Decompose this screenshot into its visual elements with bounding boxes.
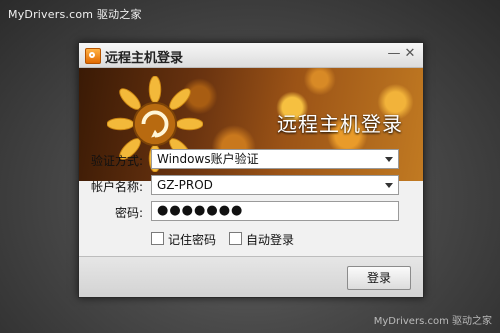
account-row: 帐户名称: GZ-PROD <box>79 175 423 197</box>
watermark-bottom: MyDrivers.com 驱动之家 <box>373 316 492 327</box>
watermark-top: MyDrivers.com 驱动之家 <box>8 8 142 21</box>
login-dialog: 远程主机登录 — ✕ 远程主机登录 验证方式: Windows账户验证 帐户名称… <box>78 42 424 298</box>
dialog-footer: 登录 <box>79 256 423 297</box>
auto-login-label[interactable]: 自动登录 <box>246 231 294 248</box>
account-value: GZ-PROD <box>157 178 213 192</box>
password-field[interactable]: ●●●●●●● <box>151 201 399 221</box>
auth-method-select[interactable]: Windows账户验证 <box>151 149 399 169</box>
minimize-button[interactable]: — <box>387 46 401 62</box>
remember-password-label[interactable]: 记住密码 <box>168 231 216 248</box>
password-label: 密码: <box>114 206 143 220</box>
account-combobox[interactable]: GZ-PROD <box>151 175 399 195</box>
minimize-icon: — <box>387 46 401 61</box>
auto-login-checkbox[interactable] <box>229 232 242 245</box>
login-button[interactable]: 登录 <box>347 266 411 290</box>
chevron-down-icon[interactable] <box>385 183 393 188</box>
banner-title: 远程主机登录 <box>277 112 403 136</box>
remember-password-checkbox[interactable] <box>151 232 164 245</box>
close-icon: ✕ <box>404 46 416 61</box>
auth-method-value: Windows账户验证 <box>157 152 259 166</box>
auth-method-label: 验证方式: <box>90 154 143 168</box>
account-label: 帐户名称: <box>90 180 143 194</box>
app-logo-icon <box>85 48 101 64</box>
window-title: 远程主机登录 <box>105 51 184 66</box>
chevron-down-icon[interactable] <box>385 157 393 162</box>
password-row: 密码: ●●●●●●● <box>79 201 423 223</box>
close-button[interactable]: ✕ <box>403 46 417 62</box>
password-value: ●●●●●●● <box>157 203 244 218</box>
auth-method-row: 验证方式: Windows账户验证 <box>79 149 423 171</box>
title-bar[interactable]: 远程主机登录 — ✕ <box>79 43 423 68</box>
